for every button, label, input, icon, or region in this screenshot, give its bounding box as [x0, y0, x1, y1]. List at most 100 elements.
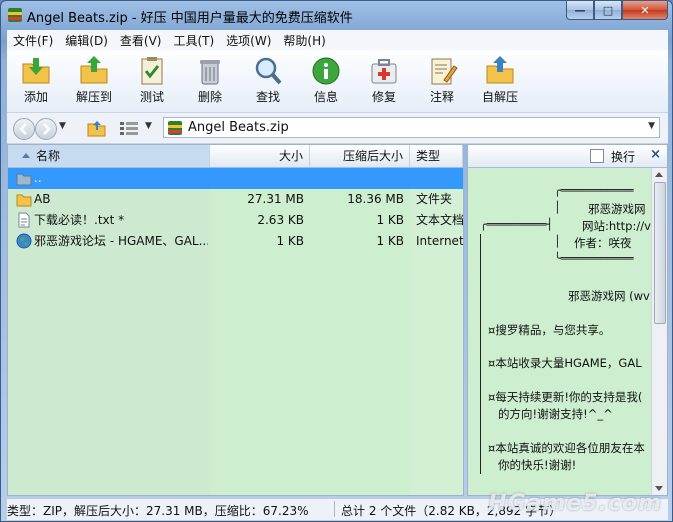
sfx-button[interactable]: 自解压 [471, 50, 529, 110]
close-comment-icon[interactable]: × [650, 147, 661, 162]
forward-button[interactable] [35, 118, 57, 140]
comment-left-rule [480, 234, 481, 474]
column-size[interactable]: 大小 [210, 145, 310, 167]
file-size: 2.63 KB [257, 213, 304, 227]
file-packed-size: 18.36 MB [347, 192, 404, 206]
extract-to-label: 解压到 [75, 90, 112, 104]
sfx-label: 自解压 [481, 90, 518, 104]
maximize-icon: □ [602, 3, 614, 17]
menu-options[interactable]: 选项(W) [220, 32, 277, 49]
close-button[interactable]: ✕ [622, 1, 668, 20]
watermark-logo: HGame5.com [488, 491, 662, 516]
comment-line: ¤本站真诚的欢迎各位朋友在本 [488, 441, 645, 455]
info-icon [312, 57, 340, 85]
window-title: Angel Beats.zip - 好压 中国用户量最大的免费压缩软件 [27, 11, 353, 26]
menu-help[interactable]: 帮助(H) [277, 32, 331, 49]
comment-author: 作者：咲夜 [574, 236, 632, 250]
repair-button[interactable]: 修复 [355, 50, 413, 110]
scroll-up-icon[interactable] [655, 172, 663, 177]
status-bar: 类型：ZIP，解压后大小：27.31 MB，压缩比：67.23% 总计 2 个文… [7, 491, 668, 520]
table-row[interactable]: 下载必读！.txt * 2.63 KB 1 KB 文本文档 [8, 210, 463, 231]
comment-line: ¤本站收录大量HGAME，GAL [488, 356, 642, 370]
file-packed-size: 1 KB [376, 213, 404, 227]
comment-button[interactable]: 注释 [413, 50, 471, 110]
file-type [416, 168, 463, 189]
file-list-header: 名称 大小 压缩后大小 类型 [8, 145, 463, 168]
comment-line: 的方向!谢谢支持!^_^ [498, 407, 613, 421]
up-folder-icon[interactable] [87, 119, 107, 137]
minimize-button[interactable]: — [566, 1, 594, 20]
file-name: .. [34, 171, 42, 185]
back-button[interactable] [13, 118, 35, 140]
word-wrap-checkbox[interactable] [590, 149, 604, 163]
add-label: 添加 [23, 90, 48, 104]
delete-button[interactable]: 删除 [181, 50, 239, 110]
comment-text: ╭═══════════ │ 邪恶游戏网 ╭═════════┤ 网站:http… [468, 168, 652, 495]
menu-view[interactable]: 查看(V) [114, 32, 168, 49]
menu-file[interactable]: 文件(F) [7, 32, 59, 49]
column-name[interactable]: 名称 [8, 145, 210, 167]
file-list: 名称 大小 压缩后大小 类型 .. AB 27.31 MB 18.36 MB 文… [7, 144, 464, 496]
ascii-border: ╭═══════════ [554, 184, 634, 197]
comment-icon [431, 58, 458, 85]
parent-folder-icon [16, 173, 32, 186]
extract-to-button[interactable]: 解压到 [65, 50, 123, 110]
file-packed-size [310, 168, 404, 189]
status-divider [334, 501, 335, 517]
add-button[interactable]: 添加 [7, 50, 65, 110]
comment-site-name: 邪恶游戏网 [588, 202, 646, 216]
comment-pane: 换行 × ╭═══════════ │ 邪恶游戏网 ╭═════════┤ 网站… [467, 144, 668, 496]
history-dropdown-icon[interactable]: ▼ [59, 121, 66, 131]
minimize-icon: — [574, 3, 586, 17]
file-name: AB [34, 192, 51, 206]
archive-icon [168, 121, 182, 135]
table-row[interactable]: AB 27.31 MB 18.36 MB 文件夹 [8, 189, 463, 210]
app-window: Angel Beats.zip - 好压 中国用户量最大的免费压缩软件 — □ … [0, 0, 673, 522]
forward-arrow-icon [43, 123, 51, 135]
file-name: 下载必读！.txt * [34, 213, 125, 227]
comment-site-url: 网站:http://v [582, 219, 651, 233]
file-size: 27.31 MB [247, 192, 304, 206]
ascii-border: ╰═══════════ [554, 252, 634, 265]
table-row[interactable]: .. [8, 168, 463, 189]
comment-line: ¤搜罗精品，与您共享。 [488, 323, 611, 337]
info-button[interactable]: 信息 [297, 50, 355, 110]
sort-ascending-icon [22, 153, 30, 158]
delete-icon [200, 60, 220, 85]
comment-line: 你的快乐!谢谢! [498, 458, 577, 472]
find-icon [255, 57, 282, 85]
menu-tools[interactable]: 工具(T) [167, 32, 220, 49]
file-type: 文本文档 [416, 213, 463, 227]
path-text: Angel Beats.zip [188, 120, 289, 135]
view-mode-icon[interactable] [119, 121, 139, 135]
path-field[interactable]: Angel Beats.zip ▼ [163, 117, 660, 138]
address-bar: ▼ ▼ Angel Beats.zip ▼ [7, 113, 668, 144]
repair-icon [371, 59, 397, 84]
view-dropdown-icon[interactable]: ▼ [145, 121, 152, 131]
file-type: Internet [416, 234, 463, 248]
file-type: 文件夹 [416, 192, 453, 206]
table-row[interactable]: 邪恶游戏论坛 - HGAME、GAL... 1 KB 1 KB Internet [8, 231, 463, 252]
sfx-icon [486, 56, 514, 84]
ascii-border: ╭═════════┤ [480, 218, 553, 231]
ascii-border: │ [554, 235, 561, 248]
status-archive-info: 类型：ZIP，解压后大小：27.31 MB，压缩比：67.23% [7, 504, 309, 518]
delete-label: 删除 [197, 90, 222, 104]
column-type[interactable]: 类型 [410, 145, 463, 167]
repair-label: 修复 [371, 90, 396, 104]
test-label: 测试 [139, 90, 164, 104]
maximize-button[interactable]: □ [594, 1, 622, 20]
close-icon: ✕ [640, 3, 650, 17]
comment-scrollbar[interactable] [651, 168, 667, 495]
title-bar: Angel Beats.zip - 好压 中国用户量最大的免费压缩软件 — □ … [1, 1, 672, 29]
column-packed-size[interactable]: 压缩后大小 [310, 145, 410, 167]
menu-edit[interactable]: 编辑(D) [59, 32, 114, 49]
internet-shortcut-icon [16, 233, 32, 249]
scroll-thumb[interactable] [654, 182, 666, 324]
file-packed-size: 1 KB [376, 234, 404, 248]
test-button[interactable]: 测试 [123, 50, 181, 110]
file-rows: .. AB 27.31 MB 18.36 MB 文件夹 下载必读！.txt * … [8, 168, 463, 495]
find-button[interactable]: 查找 [239, 50, 297, 110]
comment-site-line: 邪恶游戏网 (wv [568, 289, 650, 303]
path-dropdown-icon[interactable]: ▼ [648, 121, 655, 131]
